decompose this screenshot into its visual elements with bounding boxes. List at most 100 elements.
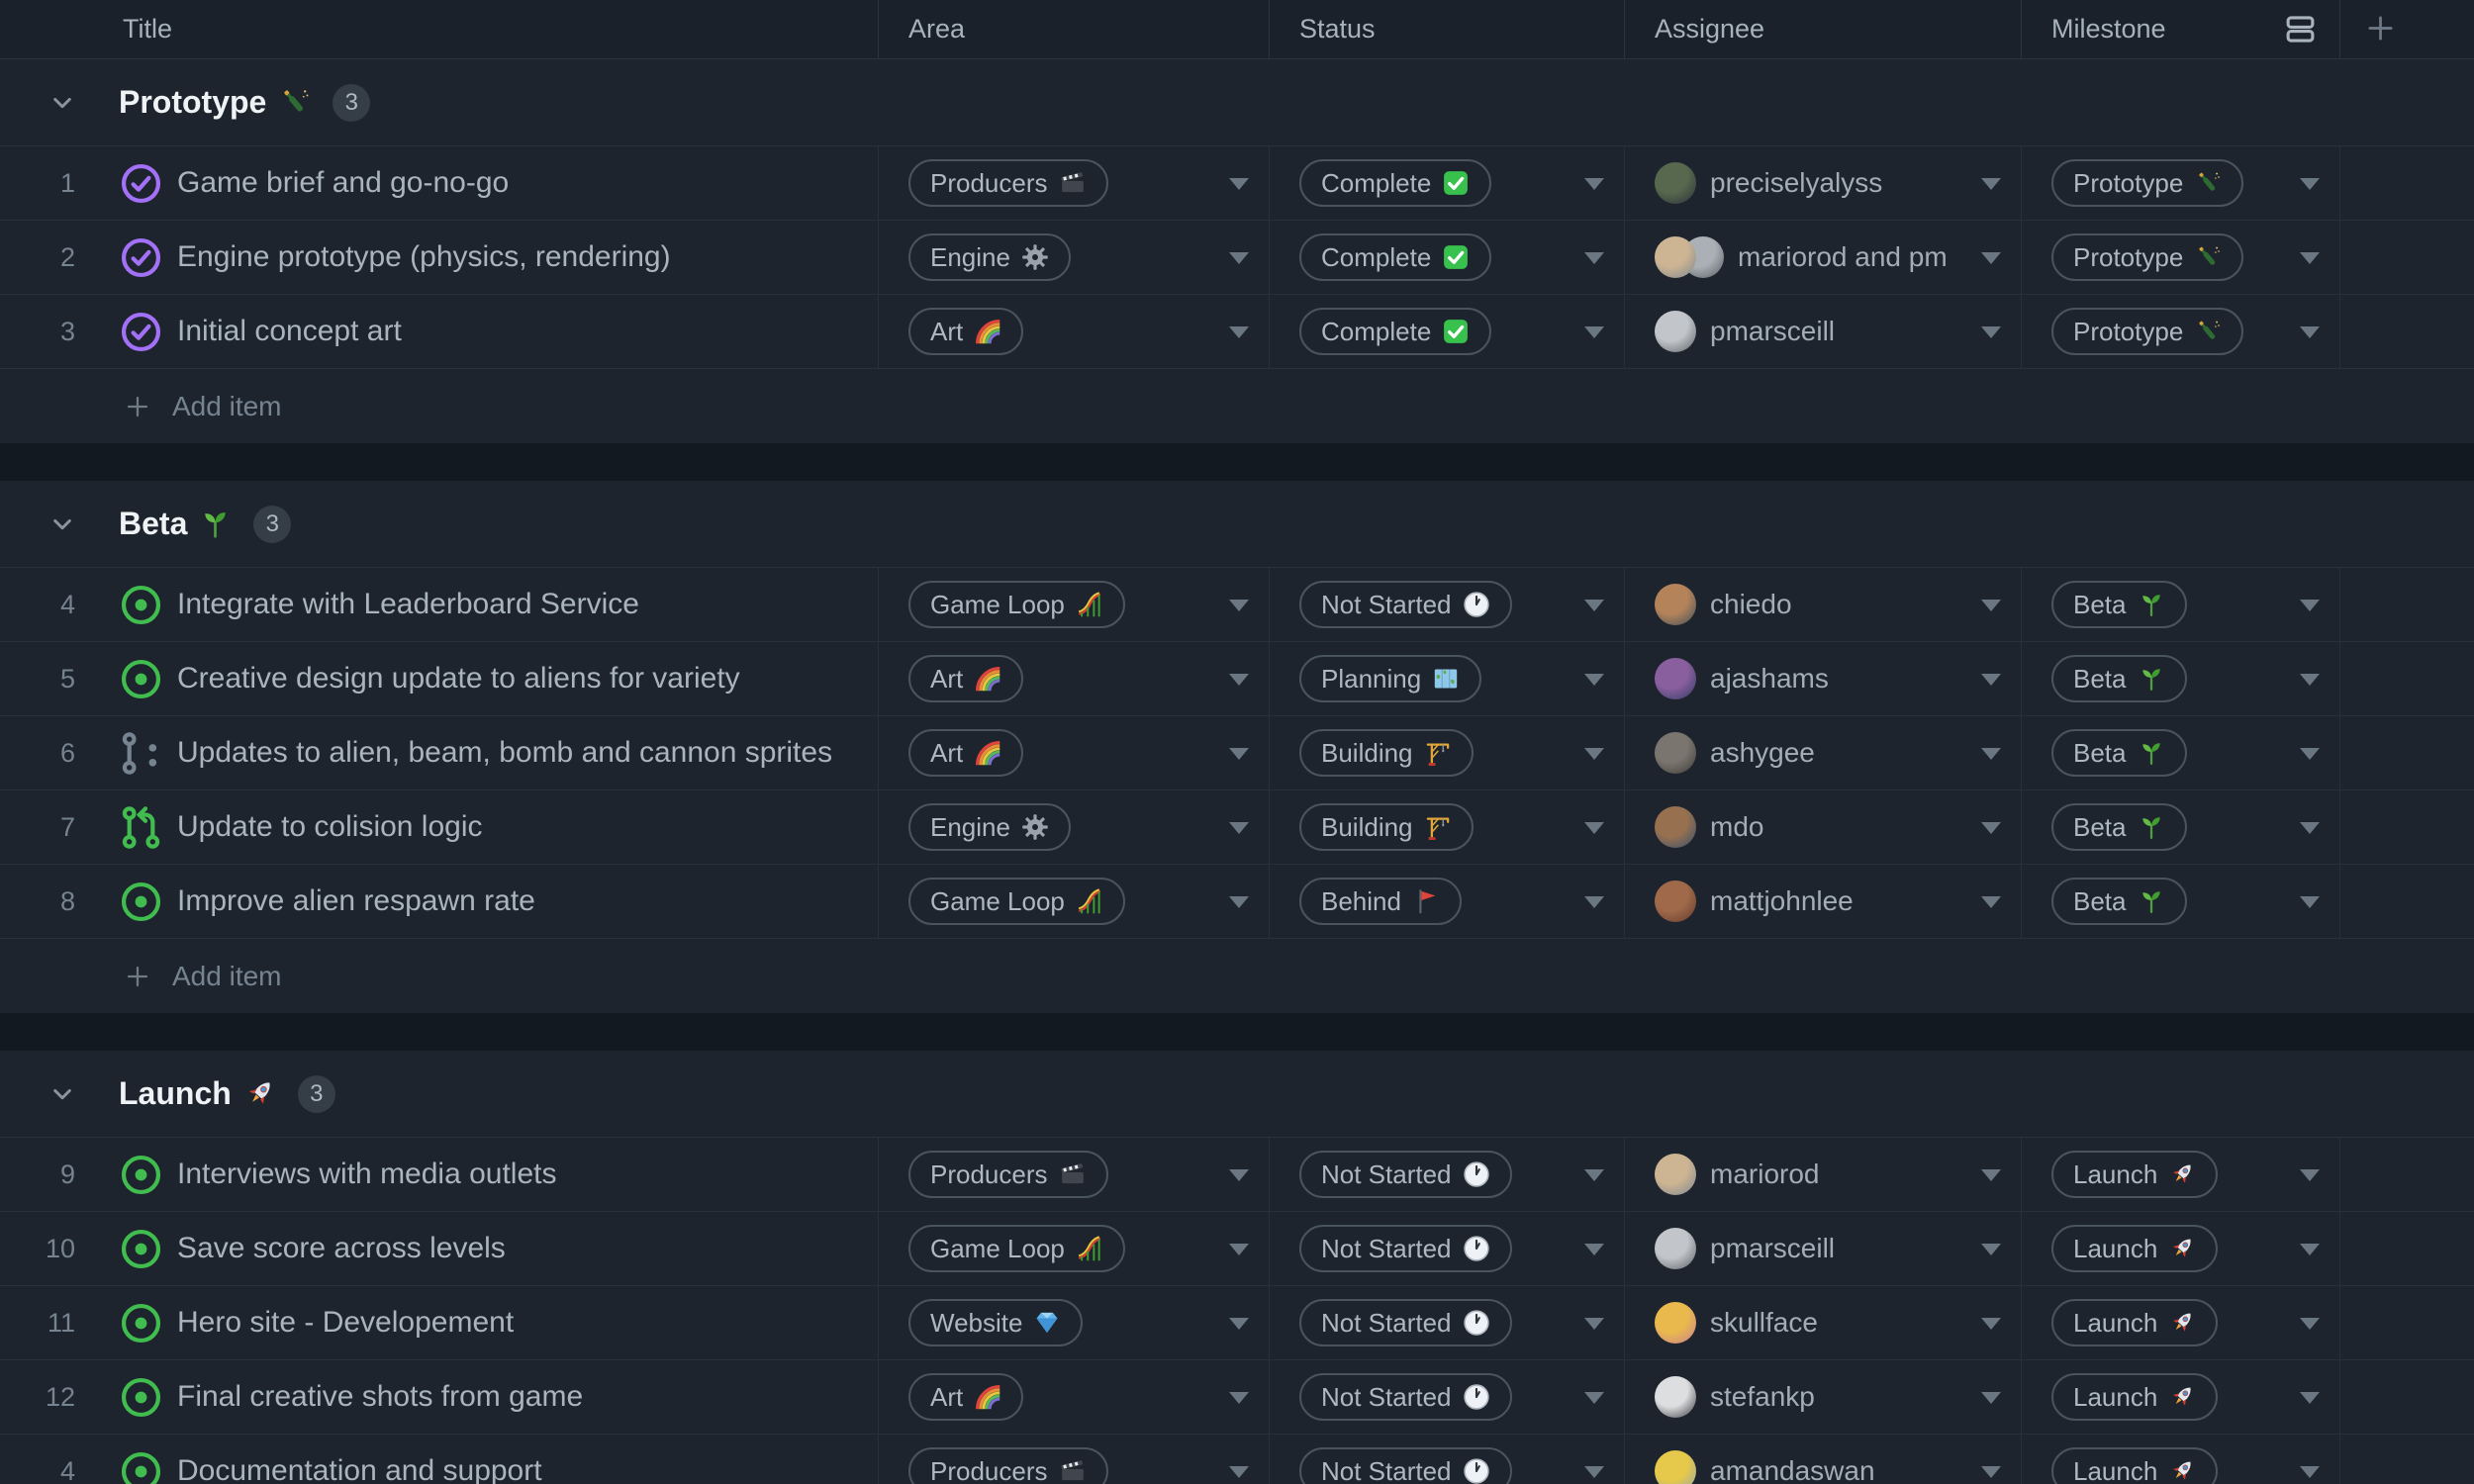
area-select[interactable]: Art (879, 716, 1270, 789)
assignee-select[interactable]: preciselyalyss (1625, 146, 2022, 220)
status-select[interactable]: Not Started (1270, 568, 1625, 641)
item-title: Save score across levels (177, 1232, 506, 1264)
milestone-select[interactable]: Launch (2022, 1212, 2340, 1285)
status-select[interactable]: Complete (1270, 146, 1625, 220)
group-header: Launch 3 (0, 1051, 2474, 1138)
item-title: Engine prototype (physics, rendering) (177, 240, 671, 273)
avatar-stack (1655, 1450, 1696, 1484)
area-select[interactable]: Producers (879, 1435, 1270, 1484)
status-pill: Complete (1299, 233, 1492, 281)
chevron-down-icon (1584, 896, 1604, 908)
status-select[interactable]: Building (1270, 716, 1625, 789)
add-item-button[interactable]: Add item (0, 939, 2474, 1013)
clock-emoji (1463, 591, 1490, 618)
assignee-select[interactable]: mattjohnlee (1625, 865, 2022, 938)
area-select[interactable]: Producers (879, 1138, 1270, 1211)
status-select[interactable]: Complete (1270, 295, 1625, 368)
assignee-select[interactable]: ajashams (1625, 642, 2022, 715)
milestone-select[interactable]: Beta (2022, 642, 2340, 715)
collapse-group-button[interactable] (49, 511, 75, 537)
plus-icon[interactable] (2365, 13, 2396, 44)
milestone-select[interactable]: Beta (2022, 568, 2340, 641)
group-header: Beta 3 (0, 481, 2474, 568)
avatar (1655, 1450, 1696, 1484)
milestone-select[interactable]: Beta (2022, 790, 2340, 864)
column-header-area[interactable]: Area (879, 0, 1270, 58)
area-select[interactable]: Game Loop (879, 568, 1270, 641)
row-number: 2 (59, 241, 75, 272)
status-select[interactable]: Complete (1270, 221, 1625, 294)
milestone-label: Launch (2073, 1307, 2158, 1338)
row-number: 11 (47, 1307, 75, 1338)
assignee-select[interactable]: mdo (1625, 790, 2022, 864)
title-cell[interactable]: 7 Update to colision logic (0, 790, 879, 864)
milestone-select[interactable]: Beta (2022, 716, 2340, 789)
area-select[interactable]: Engine (879, 221, 1270, 294)
avatar (1655, 1228, 1696, 1269)
area-select[interactable]: Art (879, 1360, 1270, 1434)
milestone-select[interactable]: Launch (2022, 1138, 2340, 1211)
champagne-emoji (278, 86, 311, 119)
assignee-select[interactable]: stefankp (1625, 1360, 2022, 1434)
milestone-select[interactable]: Prototype (2022, 146, 2340, 220)
area-label: Game Loop (930, 589, 1065, 619)
milestone-select[interactable]: Beta (2022, 865, 2340, 938)
status-select[interactable]: Building (1270, 790, 1625, 864)
area-select[interactable]: Art (879, 642, 1270, 715)
area-select[interactable]: Website (879, 1286, 1270, 1359)
milestone-select[interactable]: Launch (2022, 1286, 2340, 1359)
assignee-select[interactable]: ashygee (1625, 716, 2022, 789)
title-cell[interactable]: 4 Integrate with Leaderboard Service (0, 568, 879, 641)
title-cell[interactable]: 4 Documentation and support (0, 1435, 879, 1484)
status-select[interactable]: Not Started (1270, 1286, 1625, 1359)
group-title: Prototype (119, 84, 267, 120)
assignee-select[interactable]: mariorod (1625, 1138, 2022, 1211)
title-cell[interactable]: 3 Initial concept art (0, 295, 879, 368)
milestone-select[interactable]: Launch (2022, 1435, 2340, 1484)
column-header-status[interactable]: Status (1270, 0, 1625, 58)
milestone-select[interactable]: Prototype (2022, 295, 2340, 368)
crane-emoji (1424, 813, 1452, 841)
assignee-select[interactable]: skullface (1625, 1286, 2022, 1359)
rows-icon[interactable] (2284, 13, 2317, 46)
title-cell[interactable]: 12 Final creative shots from game (0, 1360, 879, 1434)
collapse-group-button[interactable] (49, 1081, 75, 1107)
assignee-select[interactable]: pmarsceill (1625, 295, 2022, 368)
area-pill: Producers (908, 159, 1108, 207)
rocket-emoji (2168, 1235, 2196, 1262)
assignee-select[interactable]: chiedo (1625, 568, 2022, 641)
milestone-label: Launch (2073, 1159, 2158, 1189)
status-select[interactable]: Not Started (1270, 1212, 1625, 1285)
column-header-assignee[interactable]: Assignee (1625, 0, 2022, 58)
title-cell[interactable]: 6 Updates to alien, beam, bomb and cannon… (0, 716, 879, 789)
title-cell[interactable]: 1 Game brief and go-no-go (0, 146, 879, 220)
assignee-select[interactable]: pmarsceill (1625, 1212, 2022, 1285)
area-select[interactable]: Engine (879, 790, 1270, 864)
milestone-pill: Launch (2051, 1299, 2219, 1346)
add-item-button[interactable]: Add item (0, 369, 2474, 443)
milestone-select[interactable]: Launch (2022, 1360, 2340, 1434)
open-issue-icon (119, 657, 163, 701)
assignee-select[interactable]: amandaswan (1625, 1435, 2022, 1484)
status-select[interactable]: Not Started (1270, 1138, 1625, 1211)
status-select[interactable]: Not Started (1270, 1360, 1625, 1434)
milestone-select[interactable]: Prototype (2022, 221, 2340, 294)
status-pill: Behind (1299, 878, 1462, 925)
column-header-title[interactable]: Title (0, 0, 879, 58)
title-cell[interactable]: 9 Interviews with media outlets (0, 1138, 879, 1211)
assignee-select[interactable]: mariorod and pm (1625, 221, 2022, 294)
status-select[interactable]: Behind (1270, 865, 1625, 938)
chevron-down-icon (2300, 1318, 2320, 1330)
area-select[interactable]: Game Loop (879, 1212, 1270, 1285)
title-cell[interactable]: 11 Hero site - Developement (0, 1286, 879, 1359)
title-cell[interactable]: 2 Engine prototype (physics, rendering) (0, 221, 879, 294)
collapse-group-button[interactable] (49, 90, 75, 116)
status-select[interactable]: Not Started (1270, 1435, 1625, 1484)
title-cell[interactable]: 10 Save score across levels (0, 1212, 879, 1285)
title-cell[interactable]: 8 Improve alien respawn rate (0, 865, 879, 938)
status-select[interactable]: Planning (1270, 642, 1625, 715)
area-select[interactable]: Game Loop (879, 865, 1270, 938)
area-select[interactable]: Producers (879, 146, 1270, 220)
title-cell[interactable]: 5 Creative design update to aliens for va… (0, 642, 879, 715)
area-select[interactable]: Art (879, 295, 1270, 368)
